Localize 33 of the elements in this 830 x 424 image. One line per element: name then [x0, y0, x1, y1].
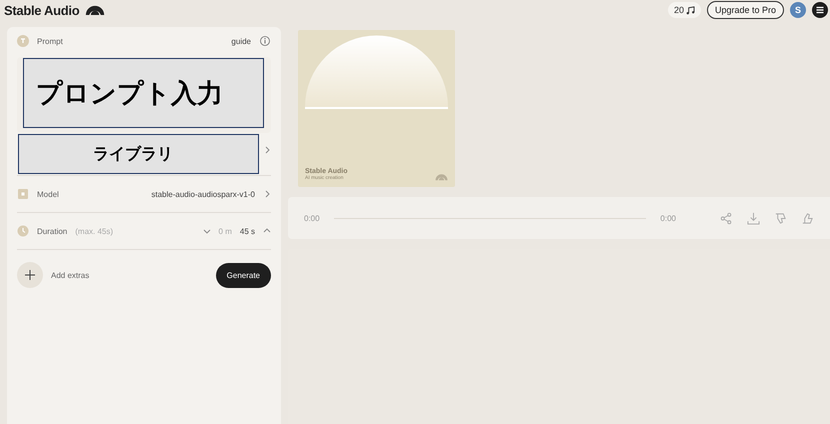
add-button[interactable] — [17, 262, 43, 288]
guide-link[interactable]: guide — [231, 36, 251, 46]
annotation-label: ライブラリ — [18, 134, 259, 174]
download-icon[interactable] — [747, 212, 760, 224]
model-icon — [17, 188, 29, 200]
add-extras-label[interactable]: Add extras — [51, 270, 90, 280]
generate-button[interactable]: Generate — [216, 262, 271, 288]
annotation-label: プロンプト入力 — [23, 58, 264, 128]
upgrade-button[interactable]: Upgrade to Pro — [706, 1, 784, 19]
logo-icon — [85, 4, 106, 16]
chevron-right-icon[interactable] — [263, 190, 271, 198]
music-note-icon — [686, 6, 695, 14]
seconds-value[interactable]: 45 s — [240, 226, 255, 236]
prompt-icon — [17, 35, 29, 47]
logo-text: Stable Audio — [4, 2, 80, 18]
prompt-label: Prompt — [37, 36, 63, 46]
menu-icon[interactable] — [812, 2, 828, 18]
clock-icon — [17, 225, 29, 237]
duration-label: Duration — [37, 226, 68, 236]
share-icon[interactable] — [720, 212, 733, 224]
elapsed-time: 0:00 — [304, 214, 320, 222]
avatar[interactable]: S — [790, 2, 806, 18]
info-icon[interactable] — [259, 35, 271, 47]
model-value[interactable]: stable-audio-audiosparx-v1-0 — [151, 190, 255, 198]
model-label: Model — [37, 190, 59, 198]
plus-icon — [24, 269, 36, 281]
chevron-down-icon[interactable] — [202, 227, 211, 235]
chevron-right-icon[interactable] — [263, 146, 271, 154]
total-time: 0:00 — [660, 214, 676, 222]
chevron-up-icon[interactable] — [263, 227, 271, 235]
logo-icon — [435, 173, 448, 181]
duration-hint: (max. 45s) — [75, 226, 114, 236]
credits-badge: 20 — [668, 2, 701, 18]
